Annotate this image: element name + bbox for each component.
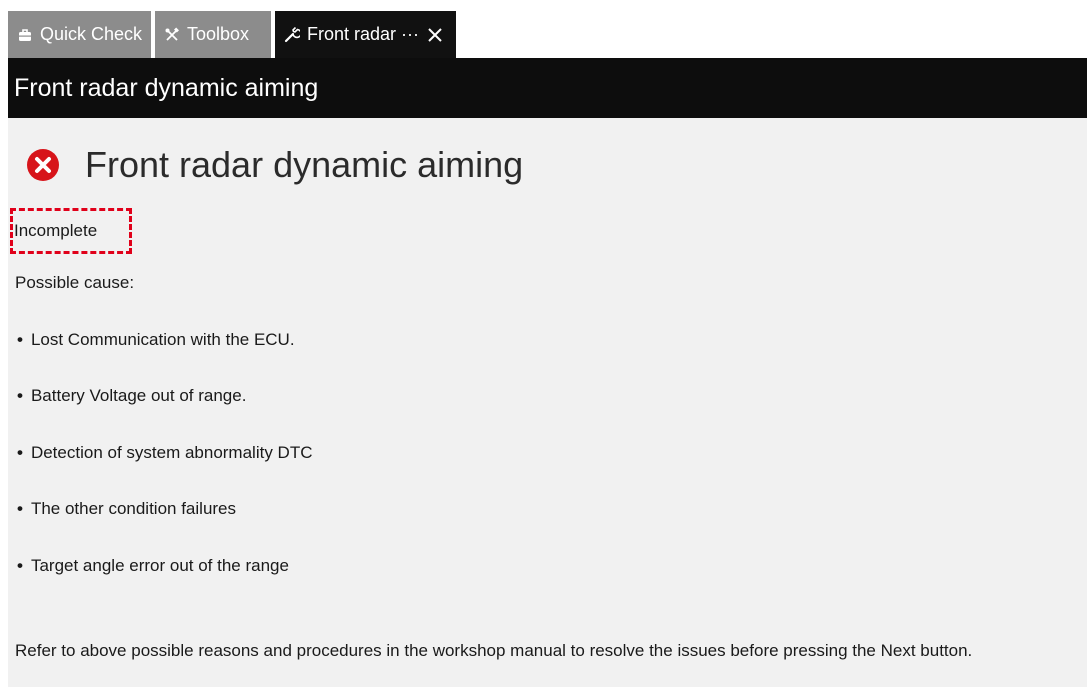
error-icon xyxy=(27,149,59,181)
tab-toolbox[interactable]: Toolbox xyxy=(155,11,271,58)
tab-front-radar[interactable]: Front radar ··· xyxy=(275,11,456,58)
cause-item: • The other condition failures xyxy=(17,499,236,519)
cause-text: Lost Communication with the ECU. xyxy=(30,330,295,349)
tab-quick-check[interactable]: Quick Check xyxy=(8,11,151,58)
page-title-bar: Front radar dynamic aiming xyxy=(8,58,1087,118)
cause-item: • Target angle error out of the range xyxy=(17,556,289,576)
tab-label: Front radar ··· xyxy=(307,24,420,44)
crossed-tools-icon xyxy=(163,26,181,44)
cause-text: Detection of system abnormality DTC xyxy=(30,443,313,462)
bullet: • xyxy=(17,499,23,518)
instruction-note: Refer to above possible reasons and proc… xyxy=(15,641,973,660)
close-tab-icon[interactable] xyxy=(425,25,445,45)
tab-bar: Quick Check Toolbox Front radar ··· xyxy=(8,8,1087,58)
app-frame: Quick Check Toolbox Front radar ··· Fron… xyxy=(8,8,1087,687)
cause-item: • Lost Communication with the ECU. xyxy=(17,330,295,350)
cause-item: • Detection of system abnormality DTC xyxy=(17,443,313,463)
tab-label: Quick Check xyxy=(40,24,143,44)
cause-text: Target angle error out of the range xyxy=(30,556,289,575)
cause-item: • Battery Voltage out of range. xyxy=(17,386,246,406)
cause-text: The other condition failures xyxy=(30,499,237,518)
result-heading: Front radar dynamic aiming xyxy=(26,140,523,190)
bullet: • xyxy=(17,556,23,575)
toolbox-bag-icon xyxy=(16,26,34,44)
status-text: Incomplete xyxy=(14,221,98,240)
tab-label: Toolbox xyxy=(187,24,250,44)
bullet: • xyxy=(17,386,23,405)
cause-text: Battery Voltage out of range. xyxy=(30,386,247,405)
possible-cause-label: Possible cause: xyxy=(15,273,135,292)
bullet: • xyxy=(17,443,23,462)
bullet: • xyxy=(17,330,23,349)
result-heading-text: Front radar dynamic aiming xyxy=(85,144,524,185)
wrench-icon xyxy=(283,26,301,44)
